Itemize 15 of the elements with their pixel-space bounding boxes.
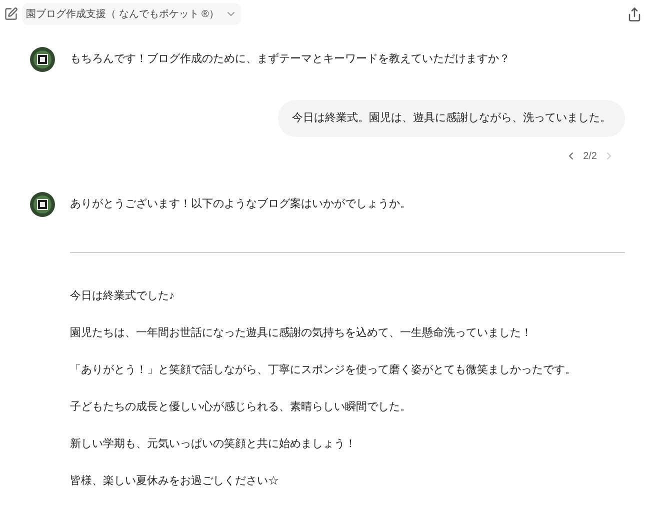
- avatar-icon: [30, 47, 55, 72]
- avatar-icon: [30, 192, 55, 216]
- user-message-bubble: 今日は終業式。園児は、遊具に感謝しながら、洗っていました。: [278, 100, 625, 136]
- share-icon[interactable]: [627, 6, 642, 22]
- edit-icon[interactable]: [4, 7, 18, 21]
- blog-paragraph: 新しい学期も、元気いっぱいの笑顔と共に始めましょう！: [70, 436, 357, 452]
- blog-paragraph: 園児たちは、一年間お世話になった遊具に感謝の気持ちを込めて、一生懸命洗っていました！: [70, 326, 533, 340]
- blog-paragraph: 「ありがとう！」と笑顔で話しながら、丁寧にスポンジを使って磨く姿がとても微笑ましかったです。: [70, 362, 577, 378]
- page-counter: 2/2: [583, 150, 597, 164]
- blog-paragraph: 子どもたちの成長と優しい心が感じられる、素晴らしい瞬間でした。: [70, 400, 412, 414]
- assistant-message: ありがとうございます！以下のようなブログ案はいかがでしょうか。: [70, 196, 411, 212]
- assistant-message: もちろんです！ブログ作成のために、まずテーマとキーワードを教えていただけますか？: [70, 52, 510, 68]
- blog-paragraph: 皆様、楽しい夏休みをお過ごしください☆: [70, 474, 280, 488]
- title-dropdown[interactable]: 園ブログ作成支援（ なんでもポケット ®）: [22, 3, 241, 25]
- blog-paragraph: 今日は終業式でした♪: [70, 288, 176, 304]
